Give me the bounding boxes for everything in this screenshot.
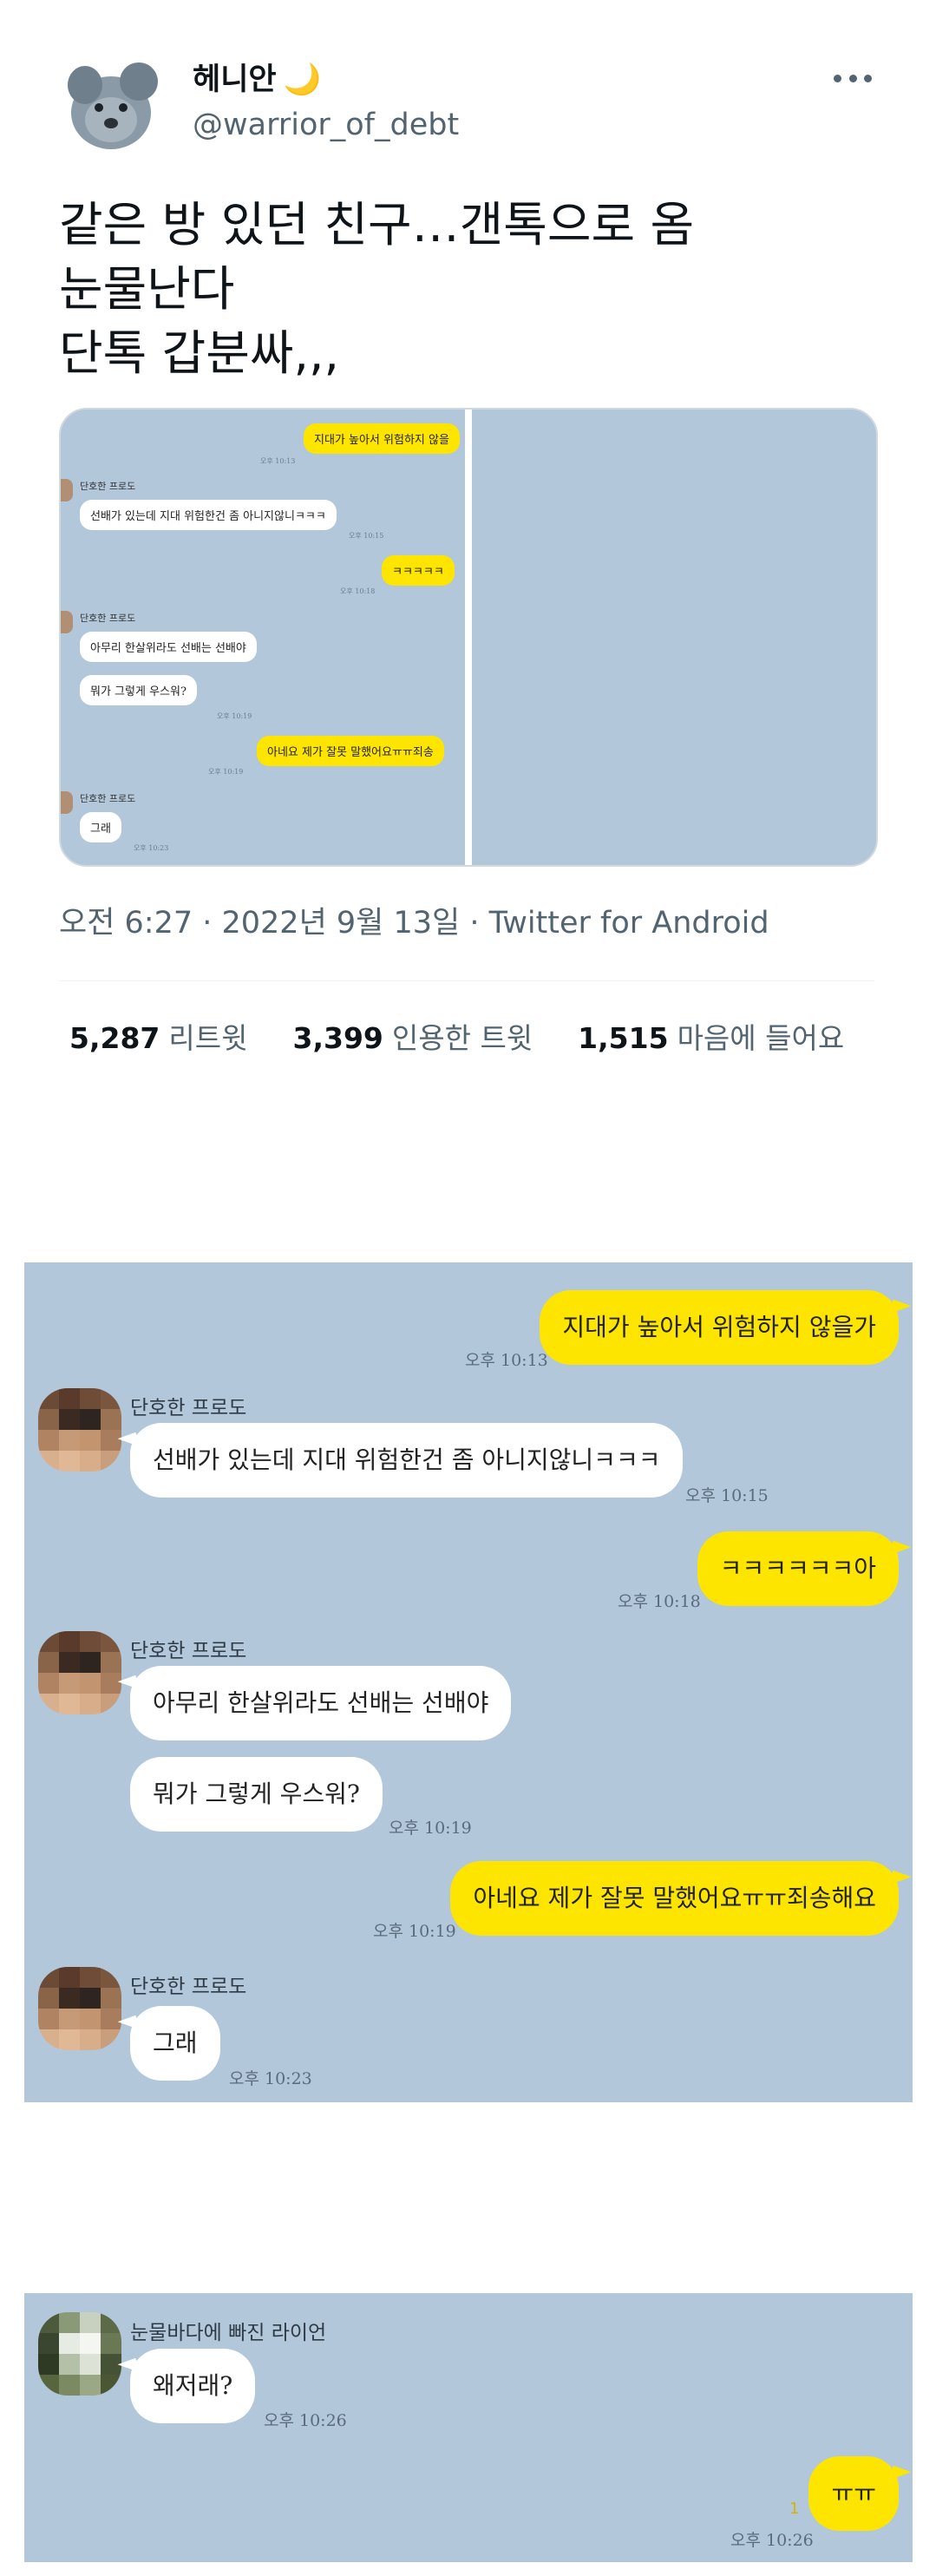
profile-avatar[interactable] [59,50,168,160]
unread-count: 1 [789,2500,800,2518]
tweet-text-line: 눈물난다 [59,261,235,317]
preview-avatar [61,479,73,501]
preview-bubble-sent: 아네요 제가 잘못 말했어요ㅠㅠ죄송 [257,736,444,766]
media-image-right[interactable] [472,410,876,865]
chat-bubble-received: 왜저래? [130,2349,256,2423]
like-count: 1,515 [578,1021,669,1055]
contact-avatar [38,1631,121,1714]
contact-avatar [38,2312,121,2396]
chat-screenshot-2: 눈물바다에 빠진 라이언 왜저래? 오후 10:26 1 ㅠㅠ 오후 10:26 [24,2293,913,2562]
divider [59,980,874,981]
preview-nick: 단호한 프로도 [80,793,136,804]
message-time: 오후 10:26 [264,2411,347,2430]
preview-nick: 단호한 프로도 [80,481,136,492]
contact-nickname: 단호한 프로도 [130,1640,247,1662]
contact-nickname: 눈물바다에 빠진 라이언 [130,2322,327,2344]
quote-label: 인용한 트윗 [391,1021,533,1055]
message-time: 오후 10:19 [373,1922,456,1941]
message-time: 오후 10:13 [465,1351,548,1370]
preview-bubble-sent: ㅋㅋㅋㅋㅋ [382,555,455,586]
media-divider [465,410,472,865]
contact-nickname: 단호한 프로도 [130,1397,247,1419]
preview-bubble-received: 아무리 한살위라도 선배는 선배야 [80,632,257,662]
chat-bubble-sent: 지대가 높아서 위험하지 않을가 [540,1290,899,1365]
preview-time: 오후 10:19 [208,768,244,776]
moon-emoji: 🌙 [283,62,322,97]
chat-bubble-sent: 아네요 제가 잘못 말했어요ㅠㅠ죄송해요 [450,1861,899,1936]
tweet-text-line: 같은 방 있던 친구…갠톡으로 옴 [59,197,695,252]
preview-time: 오후 10:18 [340,587,376,595]
media-image-left[interactable]: 지대가 높아서 위험하지 않을 오후 10:13 단호한 프로도 선배가 있는데… [61,410,465,865]
message-time: 오후 10:23 [229,2069,312,2088]
preview-time: 오후 10:23 [134,844,169,852]
tweet-timestamp[interactable]: 오전 6:27 · 2022년 9월 13일 · Twitter for And… [59,902,769,944]
contact-avatar [38,1388,121,1472]
chat-bubble-received: 아무리 한살위라도 선배는 선배야 [130,1666,512,1740]
display-name-text[interactable]: 헤니안 [193,62,277,97]
tweet-stats: 5,287 리트윗 3,399 인용한 트윗 1,515 마음에 들어요 [69,1018,844,1059]
preview-bubble-received: 선배가 있는데 지대 위험한건 좀 아니지않니ㅋㅋㅋ [80,500,337,530]
retweet-label: 리트윗 [168,1021,248,1055]
message-time: 오후 10:19 [389,1819,472,1838]
chat-bubble-received: 뭐가 그렇게 우스워? [130,1757,383,1832]
tweet-text-line: 단톡 갑분싸,,, [59,325,339,381]
contact-avatar [38,1967,121,2050]
preview-avatar [61,611,73,633]
chat-screenshot-1: 지대가 높아서 위험하지 않을가 오후 10:13 단호한 프로도 선배가 있는… [24,1262,913,2102]
contact-nickname: 단호한 프로도 [130,1976,247,1998]
preview-time: 오후 10:13 [260,457,296,465]
likes-stat[interactable]: 1,515 마음에 들어요 [578,1018,844,1059]
preview-bubble-sent: 지대가 높아서 위험하지 않을 [304,423,460,454]
retweet-count: 5,287 [69,1021,160,1055]
chat-bubble-sent: ㅋㅋㅋㅋㅋㅋ아 [697,1531,899,1606]
more-options-icon[interactable] [834,69,872,87]
retweets-stat[interactable]: 5,287 리트윗 [69,1018,247,1059]
preview-bubble-received: 뭐가 그렇게 우스워? [80,675,197,705]
display-name[interactable]: 헤니안 🌙 [193,61,321,99]
tweet-text: 같은 방 있던 친구…갠톡으로 옴 눈물난다 단톡 갑분싸,,, [59,193,694,385]
like-label: 마음에 들어요 [677,1021,845,1055]
chat-bubble-sent: ㅠㅠ [808,2456,899,2531]
tweet-media[interactable]: 지대가 높아서 위험하지 않을 오후 10:13 단호한 프로도 선배가 있는데… [59,408,878,867]
message-time: 오후 10:26 [730,2531,814,2550]
preview-time: 오후 10:19 [217,712,252,720]
user-handle[interactable]: @warrior_of_debt [193,106,459,144]
message-time: 오후 10:18 [618,1592,701,1611]
quote-count: 3,399 [292,1021,383,1055]
chat-bubble-received: 선배가 있는데 지대 위험한건 좀 아니지않니ㅋㅋㅋ [130,1423,684,1498]
message-time: 오후 10:15 [685,1486,769,1505]
preview-time: 오후 10:15 [349,532,384,540]
quote-tweets-stat[interactable]: 3,399 인용한 트윗 [292,1018,533,1059]
preview-avatar [61,791,73,814]
preview-bubble-received: 그래 [80,812,121,842]
preview-nick: 단호한 프로도 [80,613,136,624]
chat-bubble-received: 그래 [130,2006,220,2081]
